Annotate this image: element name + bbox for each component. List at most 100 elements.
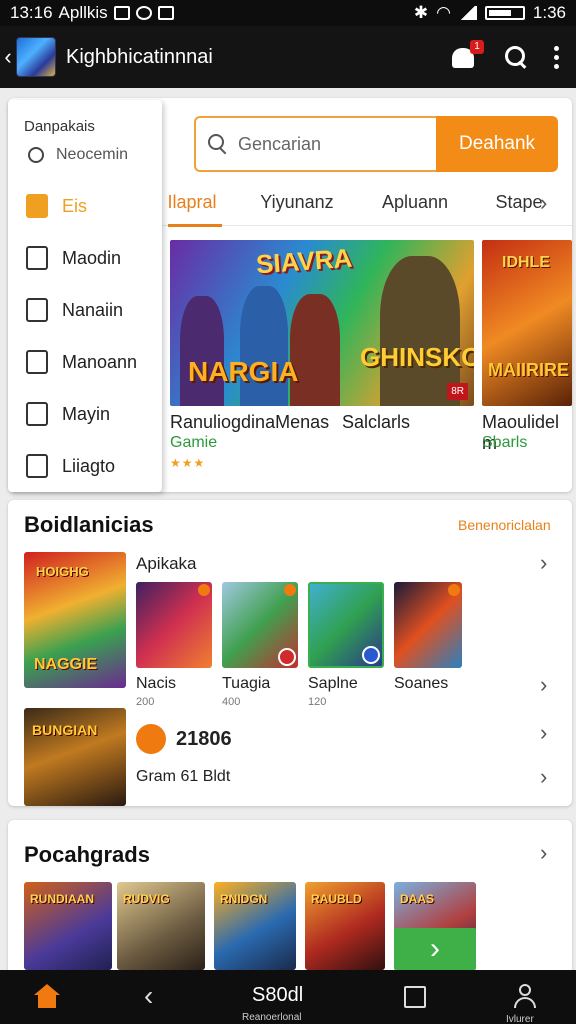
- next-arrow-button[interactable]: ›: [394, 928, 476, 970]
- game-thumbnail-wide[interactable]: BUNGIAN: [24, 708, 126, 806]
- tv-icon: [26, 454, 48, 478]
- notification-button[interactable]: 1: [452, 40, 484, 70]
- drawer-item-label: Manoann: [62, 351, 138, 372]
- drawer-radio-label: Neocemin: [56, 146, 129, 163]
- app-title: Kighbhicatinnnai: [66, 45, 213, 68]
- tab-2[interactable]: Apluann: [360, 192, 470, 213]
- game-thumbnail[interactable]: [394, 582, 462, 668]
- drawer-radio-option[interactable]: Neocemin: [28, 146, 128, 164]
- drawer-item-1[interactable]: Maodin: [26, 246, 121, 270]
- thumb-title: HOIGHG: [36, 564, 89, 579]
- wifi-icon: ◠: [436, 3, 451, 22]
- game-name[interactable]: Saplne: [308, 675, 358, 693]
- search-placeholder: Gencarian: [238, 133, 322, 154]
- game-thumbnail[interactable]: [222, 582, 298, 668]
- drawer-item-4[interactable]: Mayin: [26, 402, 110, 426]
- game-meta: 400: [222, 696, 241, 708]
- featured-game-category: Gamie: [170, 434, 218, 451]
- tablet-icon: [26, 246, 48, 270]
- camera-icon: [26, 350, 48, 374]
- game-thumbnail[interactable]: [308, 582, 384, 668]
- banner-subtitle: NARGIA: [188, 356, 299, 387]
- thumb-title: RAUBLD: [311, 892, 362, 906]
- search-input[interactable]: Gencarian: [194, 116, 436, 172]
- game-name[interactable]: Nacis: [136, 675, 176, 693]
- character-figure: [240, 286, 288, 406]
- nav-user-sublabel: Ivlurer: [506, 1014, 534, 1024]
- game-thumbnail[interactable]: RUDVIG: [117, 882, 205, 970]
- status-time-right: 1:36: [532, 3, 566, 22]
- game-thumbnail-large[interactable]: HOIGHG NAGGIE: [24, 552, 126, 688]
- thumb-title: RUDVIG: [123, 892, 170, 906]
- chevron-right-icon[interactable]: ›: [540, 764, 547, 790]
- chevron-right-icon[interactable]: ›: [540, 672, 547, 698]
- featured-banner-main[interactable]: SIAVRA NARGIA GHINSKON 8R: [170, 240, 474, 406]
- game-name[interactable]: Soanes: [394, 675, 448, 693]
- user-icon[interactable]: [512, 984, 538, 1010]
- bookmark-icon: [26, 402, 48, 426]
- thumb-title: RUNDIAAN: [30, 892, 94, 906]
- drawer-header: Danpakais: [24, 118, 95, 135]
- drawer-item-label: Eis: [62, 195, 88, 216]
- game-thumbnail[interactable]: [136, 582, 212, 668]
- chevron-right-icon[interactable]: ›: [540, 550, 547, 576]
- chevron-right-icon[interactable]: ›: [540, 840, 547, 866]
- character-figure: [290, 294, 340, 406]
- calendar-icon: [113, 6, 130, 20]
- home-icon[interactable]: [34, 984, 60, 1008]
- section-title: Pocahgrads: [24, 842, 150, 867]
- drawer-item-label: Nanaiin: [62, 299, 124, 320]
- recent-apps-icon[interactable]: [404, 986, 426, 1008]
- search-bar: Gencarian Deahank: [194, 116, 558, 172]
- thumb-title: BUNGIAN: [32, 722, 98, 738]
- tab-1[interactable]: Yiyunanz: [244, 192, 350, 213]
- chevron-right-icon[interactable]: ›: [540, 720, 547, 746]
- section-title: Boidlanicias: [24, 512, 154, 537]
- app-bar: ‹ Kighbhicatinnnai 1: [0, 26, 576, 88]
- game-meta: 120: [308, 696, 327, 708]
- nav-center-sublabel: Reanoerlonal: [242, 1012, 302, 1023]
- banner-subtitle-2: GHINSKON: [360, 342, 474, 372]
- featured-banner-side[interactable]: IDHLE MAIIRIRE: [482, 240, 572, 406]
- drawer-item-5[interactable]: Liiagto: [26, 454, 115, 478]
- thumb-title: RNIDGN: [220, 892, 268, 906]
- banner-subtitle: MAIIRIRE: [488, 360, 569, 380]
- drawer-item-2[interactable]: Nanaiin: [26, 298, 123, 322]
- drawer-item-0[interactable]: Eis: [26, 194, 87, 218]
- nav-center-label[interactable]: S80dl: [252, 984, 303, 1007]
- drawer-item-3[interactable]: Manoann: [26, 350, 137, 374]
- game-thumbnail[interactable]: RNIDGN: [214, 882, 296, 970]
- category-tabs: Ilapral Yiyunanz Apluann Stape: [160, 180, 572, 226]
- nav-back-icon[interactable]: ‹: [144, 980, 153, 1012]
- grid-icon: [26, 194, 48, 218]
- battery-icon: [484, 6, 525, 20]
- search-button[interactable]: Deahank: [436, 116, 558, 172]
- featured-game-name[interactable]: RanuliogdinaMenas: [170, 412, 329, 433]
- game-meta: 200: [136, 696, 155, 708]
- see-more-link[interactable]: Benenoriclalan: [458, 517, 551, 533]
- game-thumbnail[interactable]: RUNDIAAN: [24, 882, 112, 970]
- score-icon: [136, 724, 166, 754]
- status-bar: 13:16 Apllkis ✱ ◠ 1:36: [0, 0, 576, 26]
- game-name[interactable]: Tuagia: [222, 675, 270, 693]
- search-icon: [208, 134, 228, 154]
- score-value: 21806: [176, 728, 232, 750]
- rating-tag: 8R: [447, 383, 468, 400]
- more-menu-icon[interactable]: [554, 45, 560, 69]
- badge-dot: [284, 584, 296, 596]
- badge-dot: [198, 584, 210, 596]
- game-thumbnail[interactable]: RAUBLD: [305, 882, 385, 970]
- tab-0[interactable]: Ilapral: [160, 192, 224, 213]
- banner-title: IDHLE: [502, 254, 550, 271]
- back-arrow-icon[interactable]: ‹: [0, 44, 16, 70]
- app-logo: [16, 37, 56, 77]
- banner-title: SIAVRA: [255, 242, 354, 280]
- status-app-label: Apllkis: [58, 3, 108, 22]
- badge-dot: [448, 584, 460, 596]
- featured-game-category: Sbarls: [482, 434, 528, 451]
- active-tab-indicator: [168, 224, 222, 227]
- featured-game-name[interactable]: Salclarls: [342, 412, 410, 433]
- status-time: 13:16: [10, 3, 53, 22]
- search-icon[interactable]: [504, 45, 528, 69]
- tabs-next-chevron-icon[interactable]: ›: [540, 190, 547, 216]
